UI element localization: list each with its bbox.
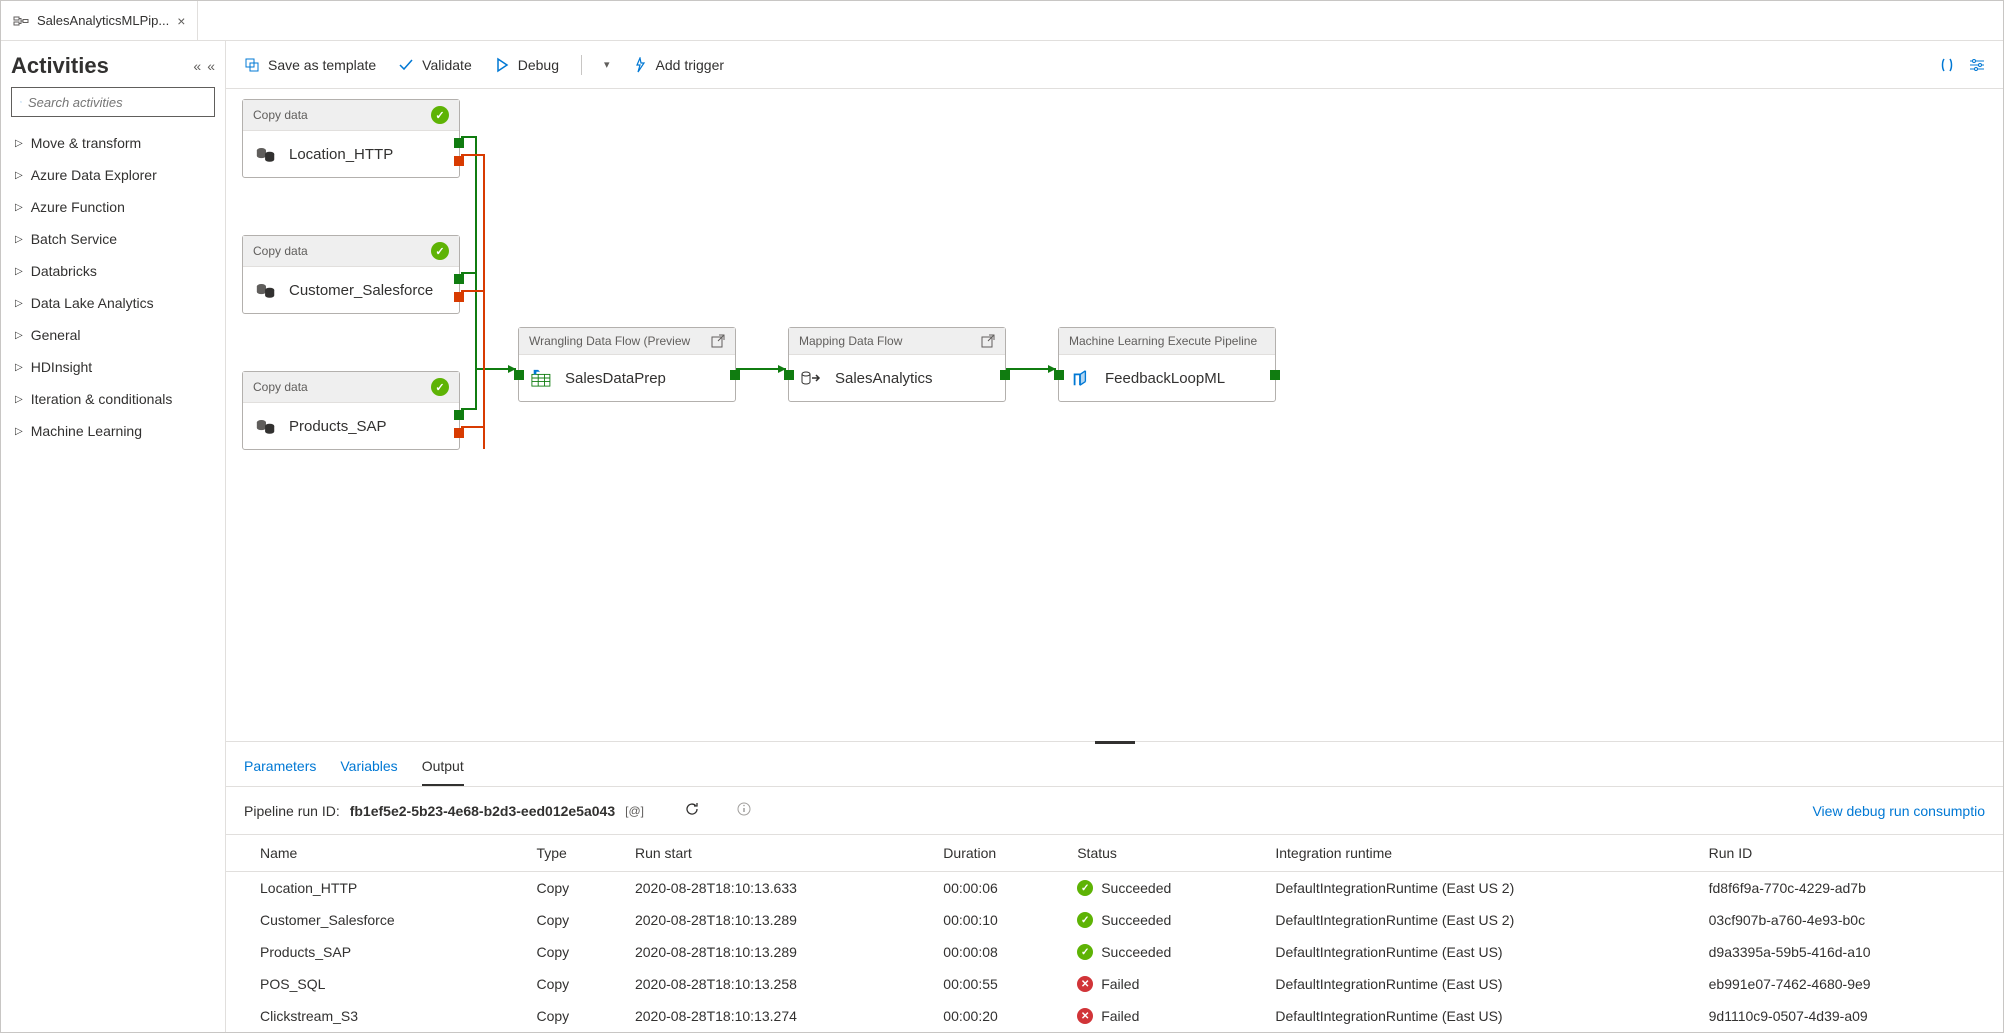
caret-icon: ▷ — [15, 234, 23, 245]
sidebar-item[interactable]: ▷Machine Learning — [11, 415, 215, 447]
success-icon: ✓ — [1077, 912, 1093, 928]
sidebar-item[interactable]: ▷Databricks — [11, 255, 215, 287]
caret-icon: ▷ — [15, 330, 23, 341]
external-icon[interactable] — [711, 334, 725, 348]
pipeline-node[interactable]: Mapping Data FlowSalesAnalytics — [788, 327, 1006, 402]
success-badge-icon: ✓ — [431, 378, 449, 396]
pipeline-node[interactable]: Wrangling Data Flow (PreviewSalesDataPre… — [518, 327, 736, 402]
col-name[interactable]: Name — [226, 835, 522, 872]
add-trigger-button[interactable]: Add trigger — [632, 57, 724, 73]
copy-data-icon — [255, 281, 277, 299]
run-id-bar: Pipeline run ID: fb1ef5e2-5b23-4e68-b2d3… — [226, 787, 2003, 834]
sidebar-item[interactable]: ▷Data Lake Analytics — [11, 287, 215, 319]
search-input[interactable] — [11, 87, 215, 117]
fail-icon: ✕ — [1077, 976, 1093, 992]
sidebar-item[interactable]: ▷Azure Data Explorer — [11, 159, 215, 191]
activities-sidebar: Activities « « ▷Move & transform▷Azure D… — [1, 41, 226, 1032]
output-tabs: Parameters Variables Output — [226, 744, 2003, 787]
col-ir[interactable]: Integration runtime — [1261, 835, 1694, 872]
tab-bar: SalesAnalyticsMLPip... × — [1, 1, 2003, 41]
caret-icon: ▷ — [15, 394, 23, 405]
wrangling-icon — [531, 369, 553, 387]
code-icon[interactable] — [1939, 57, 1955, 73]
ml-icon — [1071, 369, 1093, 387]
caret-icon: ▷ — [15, 298, 23, 309]
validate-button[interactable]: Validate — [398, 57, 472, 73]
search-icon — [20, 95, 22, 109]
copy-data-icon — [255, 417, 277, 435]
caret-icon: ▷ — [15, 362, 23, 373]
toolbar: Save as template Validate Debug ▾ Add tr… — [226, 41, 2003, 89]
sidebar-item[interactable]: ▷General — [11, 319, 215, 351]
tab-parameters[interactable]: Parameters — [244, 754, 316, 786]
save-template-button[interactable]: Save as template — [244, 57, 376, 73]
trigger-icon — [632, 57, 648, 73]
debug-button[interactable]: Debug — [494, 57, 559, 73]
caret-icon: ▷ — [15, 202, 23, 213]
editor-tab[interactable]: SalesAnalyticsMLPip... × — [1, 1, 198, 40]
sidebar-item[interactable]: ▷Iteration & conditionals — [11, 383, 215, 415]
pipeline-node[interactable]: Copy data✓Products_SAP — [242, 371, 460, 450]
copy-data-icon — [255, 145, 277, 163]
caret-icon: ▷ — [15, 170, 23, 181]
col-type[interactable]: Type — [522, 835, 621, 872]
pipeline-node[interactable]: Machine Learning Execute PipelineFeedbac… — [1058, 327, 1276, 402]
col-start[interactable]: Run start — [621, 835, 929, 872]
fail-icon: ✕ — [1077, 1008, 1093, 1024]
col-duration[interactable]: Duration — [929, 835, 1063, 872]
table-row[interactable]: Location_HTTPCopy2020-08-28T18:10:13.633… — [226, 872, 2003, 905]
output-grid: Name Type Run start Duration Status Inte… — [226, 834, 2003, 1032]
copy-icon[interactable]: [@] — [625, 804, 644, 818]
view-consumption-link[interactable]: View debug run consumptio — [1812, 803, 1985, 819]
sidebar-item[interactable]: ▷Batch Service — [11, 223, 215, 255]
caret-icon: ▷ — [15, 138, 23, 149]
tab-output[interactable]: Output — [422, 754, 464, 786]
sidebar-item[interactable]: ▷HDInsight — [11, 351, 215, 383]
debug-dropdown[interactable]: ▾ — [604, 58, 610, 71]
table-row[interactable]: POS_SQLCopy2020-08-28T18:10:13.25800:00:… — [226, 968, 2003, 1000]
tab-variables[interactable]: Variables — [340, 754, 397, 786]
success-icon: ✓ — [1077, 944, 1093, 960]
success-badge-icon: ✓ — [431, 242, 449, 260]
table-row[interactable]: Customer_SalesforceCopy2020-08-28T18:10:… — [226, 904, 2003, 936]
external-icon[interactable] — [981, 334, 995, 348]
pipeline-node[interactable]: Copy data✓Location_HTTP — [242, 99, 460, 178]
table-row[interactable]: Products_SAPCopy2020-08-28T18:10:13.2890… — [226, 936, 2003, 968]
check-icon — [398, 57, 414, 73]
table-row[interactable]: Clickstream_S3Copy2020-08-28T18:10:13.27… — [226, 1000, 2003, 1032]
col-runid[interactable]: Run ID — [1695, 835, 2003, 872]
mapping-icon — [801, 369, 823, 387]
refresh-icon[interactable] — [684, 801, 700, 820]
success-icon: ✓ — [1077, 880, 1093, 896]
col-status[interactable]: Status — [1063, 835, 1261, 872]
sidebar-item[interactable]: ▷Azure Function — [11, 191, 215, 223]
play-icon — [494, 57, 510, 73]
settings-icon[interactable] — [1969, 57, 1985, 73]
chevron-double-icon[interactable]: « — [193, 58, 201, 74]
pipeline-node[interactable]: Copy data✓Customer_Salesforce — [242, 235, 460, 314]
separator — [581, 55, 582, 75]
pipeline-canvas[interactable]: Copy data✓Location_HTTP Copy data✓Custome… — [226, 89, 2003, 741]
pipeline-icon — [13, 13, 29, 29]
tab-title: SalesAnalyticsMLPip... — [37, 13, 169, 28]
caret-icon: ▷ — [15, 266, 23, 277]
close-icon[interactable]: × — [177, 13, 185, 29]
success-badge-icon: ✓ — [431, 106, 449, 124]
sidebar-title: Activities — [11, 53, 109, 79]
chevron-collapse-icon[interactable]: « — [207, 58, 215, 74]
info-icon[interactable] — [736, 801, 752, 820]
save-icon — [244, 57, 260, 73]
sidebar-item[interactable]: ▷Move & transform — [11, 127, 215, 159]
run-id-value: fb1ef5e2-5b23-4e68-b2d3-eed012e5a043 — [350, 803, 615, 819]
caret-icon: ▷ — [15, 426, 23, 437]
